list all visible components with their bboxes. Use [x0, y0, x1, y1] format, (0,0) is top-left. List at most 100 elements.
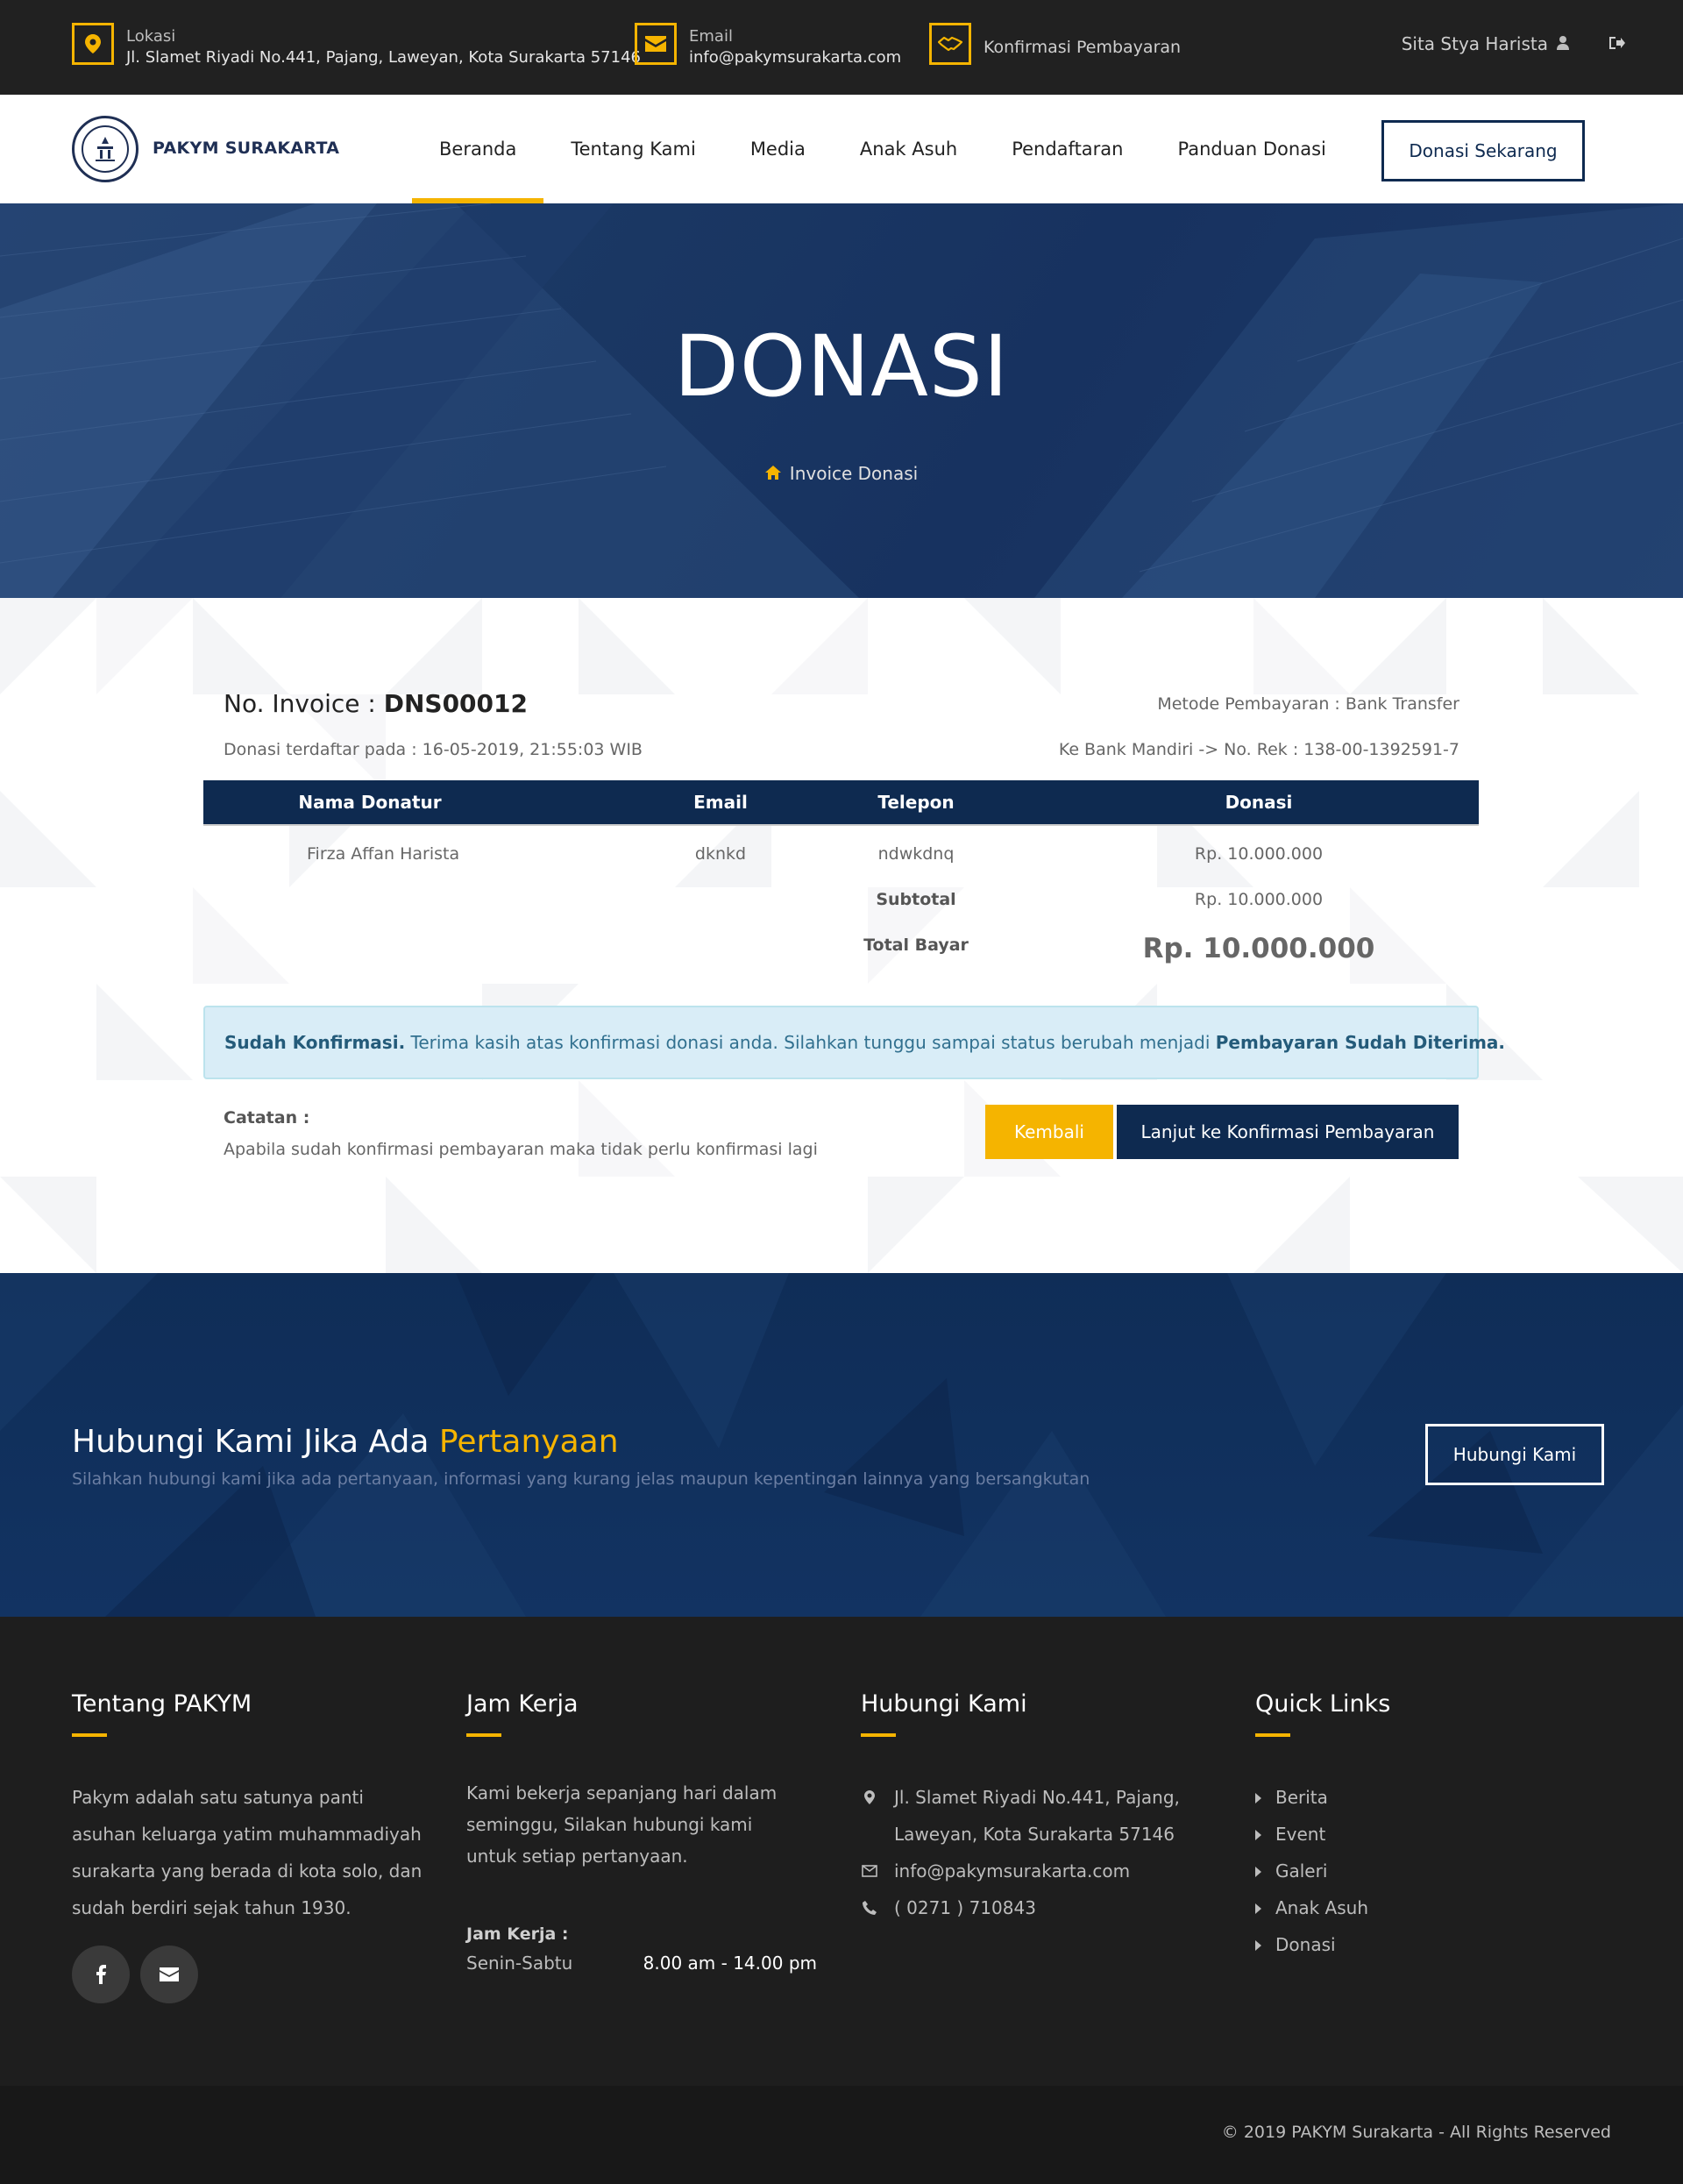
- footer-about-text: Pakym adalah satu satunya panti asuhan k…: [72, 1787, 423, 1918]
- quick-link-anak-asuh[interactable]: Anak Asuh: [1255, 1889, 1606, 1926]
- invoice-table: Nama Donatur Email Telepon Donasi Firza …: [203, 780, 1479, 964]
- cta-subtitle: Silahkan hubungi kami jika ada pertanyaa…: [72, 1469, 1090, 1489]
- caret-right-icon: [1255, 1824, 1261, 1845]
- nav-item-tentang-kami[interactable]: Tentang Kami: [543, 95, 722, 203]
- donor-name: Firza Affan Harista: [307, 844, 460, 864]
- facebook-icon[interactable]: [72, 1946, 130, 2003]
- footer-contact: Hubungi Kami Jl. Slamet Riyadi No.441, P…: [861, 1690, 1229, 1926]
- contact-phone[interactable]: ( 0271 ) 710843: [861, 1889, 1229, 1926]
- footer-hours-title: Jam Kerja: [466, 1690, 579, 1718]
- site-footer: Tentang PAKYM Pakym adalah satu satunya …: [0, 1617, 1683, 2184]
- footer-links-title: Quick Links: [1255, 1690, 1391, 1718]
- invoice-number-value: DNS00012: [383, 689, 528, 718]
- confirmation-alert: Sudah Konfirmasi. Terima kasih atas konf…: [203, 1006, 1505, 1079]
- alert-status: Pembayaran Sudah Diterima.: [1215, 1032, 1506, 1053]
- invoice-number: No. Invoice : DNS00012: [224, 689, 528, 718]
- user-name[interactable]: Sita Stya Harista: [1402, 33, 1548, 54]
- donor-email: dknkd: [694, 844, 747, 864]
- email-label: Email: [689, 27, 733, 46]
- social-links: [72, 1946, 423, 2003]
- page-hero: DONASI Invoice Donasi: [0, 203, 1683, 598]
- contact-address-2: Laweyan, Kota Surakarta 57146: [861, 1816, 1229, 1853]
- footer-contact-title: Hubungi Kami: [861, 1690, 1027, 1718]
- nav-item-panduan-donasi[interactable]: Panduan Donasi: [1151, 95, 1353, 203]
- footer-hours-text: Kami bekerja sepanjang hari dalam seming…: [466, 1782, 778, 1867]
- nav-item-beranda[interactable]: Beranda: [412, 95, 544, 203]
- envelope-icon[interactable]: [140, 1946, 198, 2003]
- contact-cta-section: Hubungi Kami Jika Ada Pertanyaan Silahka…: [0, 1273, 1683, 1617]
- invoice-number-label: No. Invoice :: [224, 689, 376, 718]
- continue-to-confirmation-button[interactable]: Lanjut ke Konfirmasi Pembayaran: [1117, 1105, 1459, 1159]
- quick-link-berita[interactable]: Berita: [1255, 1779, 1606, 1816]
- bank-account: Ke Bank Mandiri -> No. Rek : 138-00-1392…: [1058, 740, 1459, 759]
- hours-row: Senin-Sabtu 8.00 am - 14.00 pm: [466, 1953, 817, 1974]
- site-logo-text[interactable]: PAKYM SURAKARTA: [153, 139, 339, 158]
- footer-about-title: Tentang PAKYM: [72, 1690, 252, 1718]
- map-pin-icon: [72, 23, 114, 65]
- contact-address-1: Jl. Slamet Riyadi No.441, Pajang,: [861, 1779, 1229, 1816]
- quick-link-label[interactable]: Berita: [1275, 1787, 1328, 1808]
- handshake-icon: [929, 23, 971, 65]
- caret-right-icon: [1255, 1860, 1261, 1882]
- cta-title: Hubungi Kami Jika Ada Pertanyaan: [72, 1424, 619, 1460]
- payment-confirm-label[interactable]: Konfirmasi Pembayaran: [984, 37, 1181, 58]
- alert-strong: Sudah Konfirmasi.: [224, 1032, 406, 1053]
- hours-label: Jam Kerja :: [466, 1924, 569, 1944]
- total-value: Rp. 10.000.000: [1142, 933, 1375, 964]
- contact-email-text[interactable]: info@pakymsurakarta.com: [894, 1860, 1130, 1882]
- breadcrumb: Invoice Donasi: [0, 463, 1683, 484]
- map-pin-icon: [861, 1790, 878, 1804]
- contact-email[interactable]: info@pakymsurakarta.com: [861, 1853, 1229, 1889]
- contact-address-line-1: Jl. Slamet Riyadi No.441, Pajang,: [894, 1787, 1180, 1808]
- hours-time: 8.00 am - 14.00 pm: [643, 1953, 817, 1974]
- contact-phone-text[interactable]: ( 0271 ) 710843: [894, 1897, 1036, 1918]
- home-icon[interactable]: [764, 463, 781, 484]
- page-title: DONASI: [673, 317, 1010, 416]
- alert-text: Terima kasih atas konfirmasi donasi anda…: [405, 1032, 1216, 1053]
- nav-item-anak-asuh[interactable]: Anak Asuh: [833, 95, 984, 203]
- footer-hours: Jam Kerja Kami bekerja sepanjang hari da…: [466, 1690, 817, 1974]
- donation-amount: Rp. 10.000.000: [1194, 844, 1324, 864]
- back-button[interactable]: Kembali: [985, 1105, 1113, 1159]
- footer-quick-links: Quick Links Berita Event Galeri Anak Asu…: [1255, 1690, 1606, 1963]
- note-label: Catatan :: [224, 1108, 310, 1128]
- nav-item-media[interactable]: Media: [723, 95, 833, 203]
- contact-us-button[interactable]: Hubungi Kami: [1425, 1424, 1604, 1485]
- footer-about: Tentang PAKYM Pakym adalah satu satunya …: [72, 1690, 423, 2003]
- quick-link-event[interactable]: Event: [1255, 1816, 1606, 1853]
- invoice-registered-date: Donasi terdaftar pada : 16-05-2019, 21:5…: [224, 740, 643, 759]
- cta-title-highlight: Pertanyaan: [438, 1424, 619, 1460]
- copyright: © 2019 PAKYM Surakarta - All Rights Rese…: [1221, 2123, 1611, 2142]
- site-logo[interactable]: [72, 116, 138, 182]
- invoice-section: No. Invoice : DNS00012 Donasi terdaftar …: [0, 598, 1683, 1273]
- col-donasi: Donasi: [1225, 792, 1293, 813]
- quick-link-label[interactable]: Galeri: [1275, 1860, 1327, 1882]
- quick-link-label[interactable]: Anak Asuh: [1275, 1897, 1368, 1918]
- col-email: Email: [693, 792, 748, 813]
- user-menu[interactable]: Sita Stya Harista: [1402, 33, 1625, 54]
- sign-out-icon[interactable]: [1609, 33, 1625, 54]
- col-telepon: Telepon: [877, 792, 955, 813]
- donate-now-button[interactable]: Donasi Sekarang: [1381, 120, 1585, 181]
- contact-address-line-2: Laweyan, Kota Surakarta 57146: [894, 1824, 1175, 1845]
- caret-right-icon: [1255, 1934, 1261, 1955]
- phone-icon: [861, 1901, 878, 1915]
- quick-link-donasi[interactable]: Donasi: [1255, 1926, 1606, 1963]
- quick-link-label[interactable]: Event: [1275, 1824, 1325, 1845]
- quick-link-galeri[interactable]: Galeri: [1255, 1853, 1606, 1889]
- breadcrumb-current: Invoice Donasi: [789, 463, 919, 484]
- nav-menu: Beranda Tentang Kami Media Anak Asuh Pen…: [412, 95, 1353, 203]
- envelope-icon: [635, 23, 677, 65]
- col-nama-donatur: Nama Donatur: [298, 792, 442, 813]
- invoice-table-header: Nama Donatur Email Telepon Donasi: [203, 780, 1479, 824]
- cta-title-main: Hubungi Kami Jika Ada: [72, 1424, 439, 1460]
- footer-bottom: © 2019 PAKYM Surakarta - All Rights Rese…: [0, 2086, 1683, 2184]
- location-label: Lokasi: [126, 27, 176, 46]
- quick-link-label[interactable]: Donasi: [1275, 1934, 1336, 1955]
- subtotal-value: Rp. 10.000.000: [1194, 890, 1324, 909]
- subtotal-label: Subtotal: [876, 890, 956, 909]
- email-value[interactable]: info@pakymsurakarta.com: [689, 47, 901, 68]
- top-bar: Lokasi Jl. Slamet Riyadi No.441, Pajang,…: [0, 0, 1683, 95]
- nav-item-pendaftaran[interactable]: Pendaftaran: [984, 95, 1150, 203]
- hours-days: Senin-Sabtu: [466, 1953, 573, 1974]
